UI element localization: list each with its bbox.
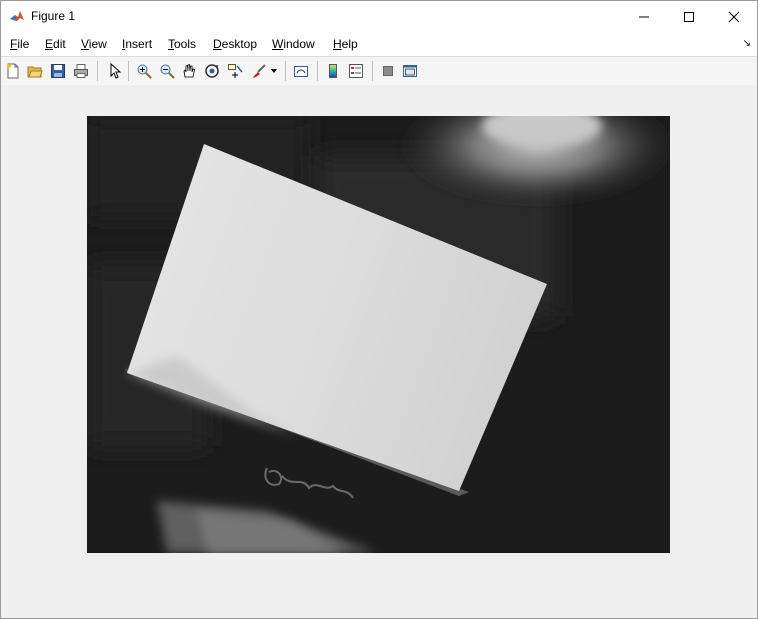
maximize-icon <box>684 11 694 22</box>
image-axes[interactable] <box>87 116 670 553</box>
dock-figure-icon[interactable]: ↘ <box>743 38 751 49</box>
close-button[interactable] <box>711 1 757 32</box>
menu-edit[interactable]: Edit <box>45 37 66 51</box>
print-icon <box>74 64 88 78</box>
hide-plot-tools-icon <box>383 66 393 76</box>
zoom-out-icon <box>160 64 175 79</box>
minimize-icon <box>639 16 649 17</box>
insert-legend-button[interactable] <box>346 61 366 81</box>
link-plot-button[interactable] <box>291 61 311 81</box>
matlab-logo-icon <box>9 8 25 24</box>
save-icon <box>51 64 65 78</box>
pan-icon <box>183 63 195 78</box>
toolbar-separator <box>128 61 129 81</box>
toolbar-separator <box>317 61 318 81</box>
minimize-button[interactable] <box>621 1 667 32</box>
menu-window[interactable]: Window <box>272 37 315 51</box>
edit-plot-icon <box>110 63 122 79</box>
print-button[interactable] <box>71 61 91 81</box>
link-plot-icon <box>294 66 308 77</box>
brush-button[interactable] <box>249 61 269 81</box>
zoom-out-button[interactable] <box>157 61 177 81</box>
window-title: Figure 1 <box>31 9 76 23</box>
new-figure-icon <box>7 63 19 79</box>
open-file-icon <box>27 66 43 78</box>
insert-colorbar-button[interactable] <box>323 61 343 81</box>
open-file-button[interactable] <box>25 61 45 81</box>
show-plot-tools-icon <box>403 65 417 77</box>
zoom-in-button[interactable] <box>134 61 154 81</box>
menu-insert[interactable]: Insert <box>122 37 152 51</box>
toolbar-separator <box>97 61 98 81</box>
brush-dropdown-icon <box>271 69 277 73</box>
new-figure-button[interactable] <box>3 61 23 81</box>
figure-window: Figure 1 File Edit View Insert Tools Des… <box>0 0 758 619</box>
menu-help[interactable]: Help <box>333 37 358 51</box>
rotate-3d-icon <box>205 64 219 78</box>
save-button[interactable] <box>48 61 68 81</box>
zoom-in-icon <box>137 64 152 79</box>
data-cursor-button[interactable] <box>225 61 245 81</box>
menu-desktop[interactable]: Desktop <box>213 37 257 51</box>
menu-file[interactable]: File <box>10 37 29 51</box>
brush-dropdown-button[interactable] <box>269 61 279 81</box>
insert-colorbar-icon <box>329 64 337 78</box>
pan-button[interactable] <box>179 61 199 81</box>
rotate-3d-button[interactable] <box>202 61 222 81</box>
insert-legend-icon <box>349 64 363 78</box>
menu-tools[interactable]: Tools <box>168 37 196 51</box>
edit-plot-button[interactable] <box>104 61 124 81</box>
figure-toolbar <box>1 56 757 86</box>
show-plot-tools-button[interactable] <box>400 61 420 81</box>
maximize-button[interactable] <box>666 1 712 32</box>
title-bar: Figure 1 <box>1 1 757 32</box>
figure-canvas <box>1 85 757 618</box>
toolbar-separator <box>285 61 286 81</box>
data-cursor-icon <box>228 64 243 78</box>
brush-icon <box>253 64 266 78</box>
toolbar-separator <box>372 61 373 81</box>
menu-bar: File Edit View Insert Tools Desktop Wind… <box>1 32 757 56</box>
menu-view[interactable]: View <box>81 37 107 51</box>
close-icon <box>728 11 740 22</box>
hide-plot-tools-button[interactable] <box>378 61 398 81</box>
